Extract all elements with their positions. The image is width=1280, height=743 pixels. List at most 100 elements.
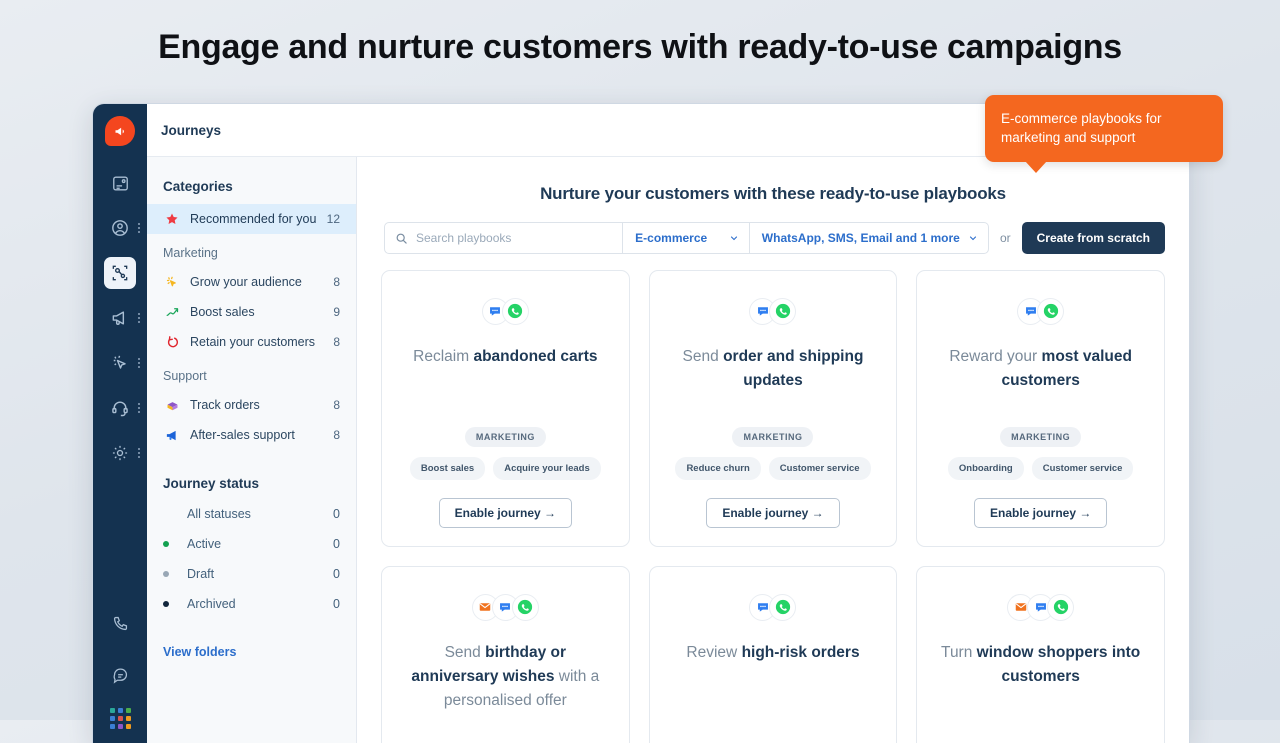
main-content: Nurture your customers with these ready-… [357, 157, 1189, 743]
sidebar-item-recommended[interactable]: Recommended for you 12 [147, 204, 356, 234]
card-title-bold: window shoppers into customers [977, 644, 1141, 685]
whatsapp-icon [512, 594, 539, 621]
card-tags: Boost sales Acquire your leads [410, 457, 601, 480]
card-tag: Acquire your leads [493, 457, 601, 480]
sidebar-item-boost-sales[interactable]: Boost sales 9 [147, 297, 356, 327]
playbook-card[interactable]: Reward your most valued customers MARKET… [916, 270, 1165, 547]
sidebar-item-after-sales-support[interactable]: After-sales support 8 [147, 420, 356, 450]
sidebar-item-count: 8 [333, 335, 340, 349]
whatsapp-icon [1047, 594, 1074, 621]
whatsapp-icon [769, 298, 796, 325]
chat-button[interactable] [98, 656, 142, 694]
sidebar-item-track-orders[interactable]: Track orders 8 [147, 390, 356, 420]
megaphone-logo-icon[interactable] [105, 116, 135, 146]
search-icon [395, 232, 408, 245]
sidebar-group-marketing-label: Marketing [147, 234, 356, 267]
sidebar-item-settings[interactable] [98, 434, 142, 472]
overflow-menu-icon[interactable] [138, 358, 140, 368]
status-filter-draft[interactable]: Draft 0 [147, 559, 356, 589]
card-tag: Customer service [769, 457, 871, 480]
enable-journey-button[interactable]: Enable journey → [706, 498, 839, 528]
playbook-card[interactable]: Turn window shoppers into customers [916, 566, 1165, 743]
status-count: 0 [333, 567, 340, 581]
card-title-plain: Turn [941, 644, 977, 661]
card-category-tag: MARKETING [1000, 427, 1081, 447]
playbook-card[interactable]: Send birthday or anniversary wishes with… [381, 566, 630, 743]
whatsapp-icon [1037, 298, 1064, 325]
status-count: 0 [333, 537, 340, 551]
overflow-menu-icon[interactable] [138, 313, 140, 323]
search-box[interactable] [384, 222, 623, 254]
retention-arrow-icon [163, 335, 181, 349]
chevron-down-icon [968, 233, 978, 243]
sidebar-item-automation[interactable] [98, 344, 142, 382]
window-body: Journeys Categories Recommended for you … [147, 104, 1189, 743]
content-heading: Nurture your customers with these ready-… [381, 157, 1165, 222]
search-input[interactable] [416, 231, 612, 245]
phone-icon [104, 607, 136, 639]
body-split: Categories Recommended for you 12 Market… [147, 157, 1189, 743]
card-title: Reclaim abandoned carts [409, 345, 601, 369]
status-label: All statuses [187, 507, 333, 521]
whatsapp-icon [502, 298, 529, 325]
enable-journey-button[interactable]: Enable journey → [439, 498, 572, 528]
card-title: Send birthday or anniversary wishes with… [398, 641, 613, 713]
overflow-menu-icon[interactable] [138, 223, 140, 233]
sidebar-item-retain-your-customers[interactable]: Retain your customers 8 [147, 327, 356, 357]
create-from-scratch-button[interactable]: Create from scratch [1022, 222, 1165, 254]
card-title-plain: Review [686, 644, 741, 661]
status-filter-active[interactable]: Active 0 [147, 529, 356, 559]
playbook-card[interactable]: Send order and shipping updates MARKETIN… [649, 270, 898, 547]
channel-icons [482, 297, 529, 325]
sidebar-item-grow-your-audience[interactable]: Grow your audience 8 [147, 267, 356, 297]
sidebar-item-label: Boost sales [190, 305, 333, 319]
sidebar-item-journeys[interactable] [98, 254, 142, 292]
icon-rail [93, 104, 147, 743]
view-folders-link[interactable]: View folders [147, 619, 356, 659]
dashboard-icon [104, 167, 136, 199]
overflow-menu-icon[interactable] [138, 448, 140, 458]
sidebar-item-count: 8 [333, 428, 340, 442]
card-title: Turn window shoppers into customers [933, 641, 1148, 689]
card-title-bold: birthday or anniversary wishes [411, 644, 566, 685]
card-tags: Onboarding Customer service [948, 457, 1134, 480]
card-title-plain: Reclaim [413, 348, 473, 365]
card-tag: Reduce churn [675, 457, 760, 480]
card-title-plain: Send [683, 348, 724, 365]
playbook-card[interactable]: Review high-risk orders [649, 566, 898, 743]
status-filter-all[interactable]: All statuses 0 [147, 499, 356, 529]
rail-bottom-group [98, 604, 142, 743]
enable-journey-button[interactable]: Enable journey → [974, 498, 1107, 528]
overflow-menu-icon[interactable] [138, 403, 140, 413]
card-title: Review high-risk orders [682, 641, 863, 665]
sidebar-item-support[interactable] [98, 389, 142, 427]
callout-tooltip: E-commerce playbooks for marketing and s… [985, 95, 1223, 162]
status-dot-draft [163, 571, 179, 577]
sidebar-item-count: 8 [333, 398, 340, 412]
categories-sidebar: Categories Recommended for you 12 Market… [147, 157, 357, 743]
sidebar-item-contacts[interactable] [98, 209, 142, 247]
chat-icon [104, 659, 136, 691]
channel-icons [472, 593, 539, 621]
journey-status-title: Journey status [147, 450, 356, 499]
playbook-card[interactable]: Reclaim abandoned carts MARKETING Boost … [381, 270, 630, 547]
channel-filter-dropdown[interactable]: WhatsApp, SMS, Email and 1 more [750, 222, 989, 254]
category-filter-value: E-commerce [635, 231, 707, 245]
sidebar-item-campaigns[interactable] [98, 299, 142, 337]
category-filter-dropdown[interactable]: E-commerce [623, 222, 750, 254]
status-dot-active [163, 541, 179, 547]
sidebar-item-dashboard[interactable] [98, 164, 142, 202]
sidebar-item-label: After-sales support [190, 428, 333, 442]
sidebar-item-count: 8 [333, 275, 340, 289]
channel-icons [749, 297, 796, 325]
app-switcher-icon[interactable] [110, 708, 131, 729]
status-filter-archived[interactable]: Archived 0 [147, 589, 356, 619]
filter-bar: E-commerce WhatsApp, SMS, Email and 1 mo… [381, 222, 1165, 254]
callout-arrow-icon [1025, 161, 1047, 173]
card-title: Reward your most valued customers [933, 345, 1148, 393]
contacts-icon [104, 212, 136, 244]
sidebar-item-count: 12 [327, 212, 340, 226]
phone-button[interactable] [98, 604, 142, 642]
status-label: Archived [187, 597, 333, 611]
card-tag: Boost sales [410, 457, 485, 480]
